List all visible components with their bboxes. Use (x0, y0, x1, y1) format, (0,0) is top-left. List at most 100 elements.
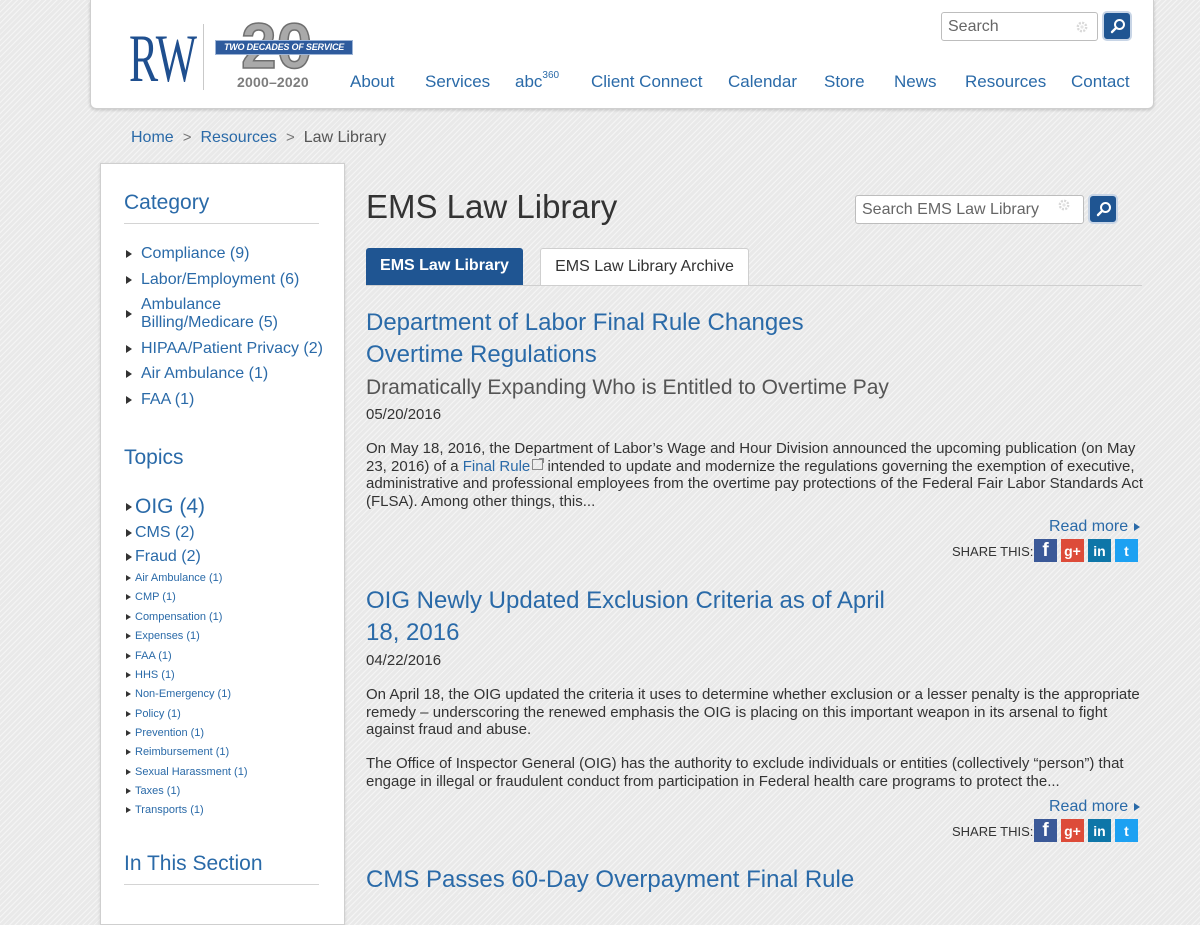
category-label: Labor/Employment (6) (141, 271, 300, 288)
article-date: 05/20/2016 (366, 406, 442, 423)
article-title-line1: Department of Labor Final Rule Changes (366, 309, 804, 336)
category-item-ambulance-billing[interactable]: Ambulance Billing/Medicare (5) (126, 296, 326, 332)
topic-reimbursement[interactable]: Reimbursement (1) (126, 746, 229, 758)
topic-label: Policy (1) (135, 708, 181, 720)
topic-cms[interactable]: CMS (2) (126, 524, 195, 542)
law-library-search-button[interactable] (1088, 194, 1118, 224)
category-label-line1: Ambulance (141, 296, 222, 313)
article-title[interactable]: CMS Passes 60-Day Overpayment Final Rule (366, 864, 854, 896)
triangle-bullet-icon (126, 749, 131, 756)
gear-icon (1058, 199, 1070, 211)
final-rule-link[interactable]: Final Rule (463, 457, 545, 475)
topic-fraud[interactable]: Fraud (2) (126, 548, 201, 566)
triangle-bullet-icon (126, 653, 131, 660)
triangle-bullet-icon (126, 503, 132, 512)
nav-store[interactable]: Store (824, 72, 865, 92)
triangle-bullet-icon (126, 345, 132, 353)
tab-ems-law-library-archive[interactable]: EMS Law Library Archive (540, 248, 749, 286)
read-more-link[interactable]: Read more (1049, 518, 1141, 536)
nav-resources[interactable]: Resources (965, 72, 1046, 92)
twitter-icon[interactable]: t (1115, 539, 1138, 562)
read-more-label: Read more (1049, 798, 1129, 815)
google-plus-icon[interactable]: g+ (1061, 819, 1084, 842)
breadcrumb-resources[interactable]: Resources (200, 129, 276, 146)
category-label-line2: Billing/Medicare (5) (141, 314, 278, 331)
breadcrumb-home[interactable]: Home (131, 129, 174, 146)
topic-sexual-harassment[interactable]: Sexual Harassment (1) (126, 766, 248, 778)
topic-label: Taxes (1) (135, 785, 181, 797)
triangle-bullet-icon (126, 552, 132, 561)
header-search-input[interactable] (942, 13, 1062, 40)
triangle-bullet-icon (126, 769, 131, 776)
breadcrumb-separator: > (285, 129, 295, 146)
triangle-bullet-icon (126, 730, 131, 737)
tab-divider (366, 285, 1142, 286)
topic-label: Non-Emergency (1) (135, 688, 231, 700)
triangle-bullet-icon (126, 250, 132, 258)
topic-taxes[interactable]: Taxes (1) (126, 785, 180, 797)
triangle-bullet-icon (126, 788, 131, 795)
read-more-label: Read more (1049, 518, 1129, 535)
topic-transports[interactable]: Transports (1) (126, 804, 204, 816)
logo-years: 2000–2020 (237, 74, 309, 90)
header-search-button[interactable] (1102, 11, 1132, 41)
topic-label: Compensation (1) (135, 611, 223, 623)
triangle-bullet-icon (126, 396, 132, 404)
law-library-search-input[interactable] (856, 196, 1056, 223)
triangle-right-icon (1134, 802, 1141, 811)
nav-client-connect[interactable]: Client Connect (591, 72, 703, 92)
nav-services[interactable]: Services (425, 72, 490, 92)
nav-abc-superscript: 360 (542, 70, 560, 82)
linkedin-icon[interactable]: in (1088, 819, 1111, 842)
search-icon (1096, 202, 1111, 217)
article-excerpt: On May 18, 2016, the Department of Labor… (366, 440, 1146, 510)
triangle-bullet-icon (126, 310, 132, 318)
article-title-line2: 18, 2016 (366, 619, 460, 646)
nav-calendar[interactable]: Calendar (728, 72, 797, 92)
linkedin-icon[interactable]: in (1088, 539, 1111, 562)
triangle-bullet-icon (126, 276, 132, 284)
share-label: SHARE THIS: (952, 824, 1034, 839)
topic-policy[interactable]: Policy (1) (126, 708, 181, 720)
topic-prevention[interactable]: Prevention (1) (126, 727, 204, 739)
topic-label: HHS (1) (135, 669, 175, 681)
topic-cmp[interactable]: CMP (1) (126, 591, 176, 603)
triangle-bullet-icon (126, 807, 131, 814)
read-more-link[interactable]: Read more (1049, 798, 1141, 816)
topic-label: Expenses (1) (135, 630, 200, 642)
topic-non-emergency[interactable]: Non-Emergency (1) (126, 688, 231, 700)
nav-abc360[interactable]: abc360 (515, 70, 560, 92)
rw-logo[interactable]: RW (128, 21, 198, 91)
google-plus-icon[interactable]: g+ (1061, 539, 1084, 562)
topic-faa[interactable]: FAA (1) (126, 650, 172, 662)
topic-label: Sexual Harassment (1) (135, 766, 248, 778)
twitter-icon[interactable]: t (1115, 819, 1138, 842)
article-title[interactable]: Department of Labor Final Rule Changes O… (366, 307, 804, 371)
nav-about[interactable]: About (350, 72, 394, 92)
topic-expenses[interactable]: Expenses (1) (126, 630, 200, 642)
nav-contact[interactable]: Contact (1071, 72, 1130, 92)
article-subtitle: Dramatically Expanding Who is Entitled t… (366, 376, 889, 399)
breadcrumb-current: Law Library (303, 129, 387, 146)
site-header: RW 20 TWO DECADES OF SERVICE 2000–2020 A… (90, 0, 1154, 109)
triangle-bullet-icon (126, 633, 131, 640)
triangle-right-icon (1134, 522, 1141, 531)
search-icon (1110, 19, 1125, 34)
topic-air-ambulance[interactable]: Air Ambulance (1) (126, 572, 222, 584)
topic-hhs[interactable]: HHS (1) (126, 669, 175, 681)
article-title-line1: CMS Passes 60-Day Overpayment Final Rule (366, 866, 855, 893)
article-title-line2: Overtime Regulations (366, 341, 597, 368)
nav-news[interactable]: News (894, 72, 937, 92)
triangle-bullet-icon (126, 528, 132, 537)
article-title[interactable]: OIG Newly Updated Exclusion Criteria as … (366, 585, 885, 649)
topic-label: FAA (1) (135, 650, 172, 662)
category-label: FAA (1) (141, 391, 195, 408)
facebook-icon[interactable]: f (1034, 539, 1057, 562)
topic-oig[interactable]: OIG (4) (126, 495, 205, 519)
tab-ems-law-library[interactable]: EMS Law Library (366, 248, 523, 285)
external-link-icon (532, 457, 545, 470)
facebook-icon[interactable]: f (1034, 819, 1057, 842)
topic-label: Transports (1) (135, 804, 204, 816)
topic-compensation[interactable]: Compensation (1) (126, 611, 222, 623)
page-title: EMS Law Library (366, 188, 618, 225)
